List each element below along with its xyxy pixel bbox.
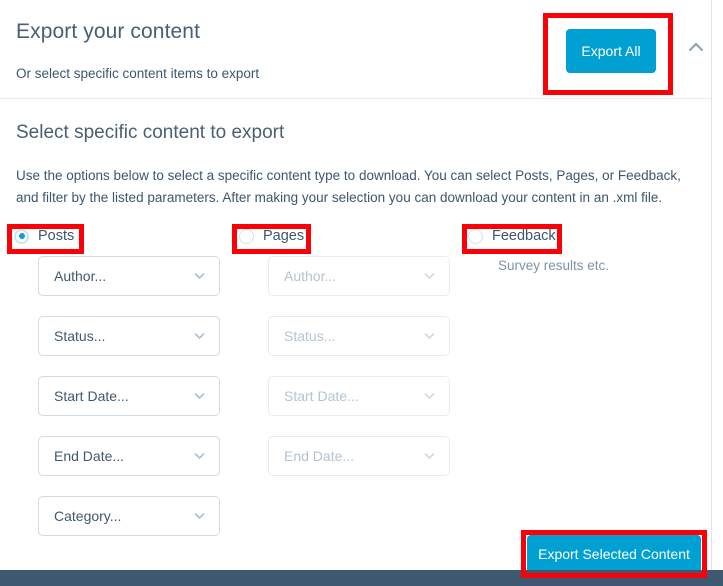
chevron-down-icon xyxy=(193,390,206,403)
radio-icon-pages[interactable] xyxy=(239,228,254,244)
radio-row-pages[interactable]: Pages xyxy=(239,224,304,248)
dropdown-label: End Date... xyxy=(54,448,125,464)
dropdown-posts-category[interactable]: Category... xyxy=(38,496,220,536)
header-subtitle: Or select specific content items to expo… xyxy=(16,66,260,81)
radio-icon-posts[interactable] xyxy=(14,228,29,244)
content-type-posts[interactable]: Posts xyxy=(14,224,74,248)
chevron-down-icon xyxy=(423,330,436,343)
export-selected-content-button[interactable]: Export Selected Content xyxy=(527,535,701,573)
chevron-down-icon xyxy=(423,270,436,283)
chevron-down-icon xyxy=(193,270,206,283)
radio-icon-feedback[interactable] xyxy=(468,228,483,244)
dropdown-pages-start-date[interactable]: Start Date... xyxy=(268,376,450,416)
content-type-feedback[interactable]: Feedback xyxy=(468,224,556,248)
dropdown-pages-end-date[interactable]: End Date... xyxy=(268,436,450,476)
section-description: Use the options below to select a specif… xyxy=(16,168,681,205)
dropdown-label: Start Date... xyxy=(284,388,359,404)
radio-row-posts[interactable]: Posts xyxy=(14,224,74,248)
dropdown-pages-author[interactable]: Author... xyxy=(268,256,450,296)
export-panel: Export your content Or select specific c… xyxy=(0,0,712,573)
posts-filter-group: Author... Status... Start Date... End Da… xyxy=(38,256,220,556)
dropdown-label: Start Date... xyxy=(54,388,129,404)
dropdown-label: Category... xyxy=(54,508,122,524)
chevron-up-icon[interactable] xyxy=(684,36,708,60)
panel-header: Export your content Or select specific c… xyxy=(0,0,711,99)
dropdown-posts-status[interactable]: Status... xyxy=(38,316,220,356)
radio-label-feedback: Feedback xyxy=(492,228,556,244)
pages-filter-group: Author... Status... Start Date... End Da… xyxy=(268,256,450,496)
dropdown-label: Author... xyxy=(54,268,107,284)
dropdown-posts-end-date[interactable]: End Date... xyxy=(38,436,220,476)
chevron-down-icon xyxy=(423,390,436,403)
radio-label-pages: Pages xyxy=(263,228,305,244)
dropdown-posts-author[interactable]: Author... xyxy=(38,256,220,296)
dropdown-label: End Date... xyxy=(284,448,355,464)
section-title: Select specific content to export xyxy=(16,122,285,143)
dropdown-label: Status... xyxy=(54,328,106,344)
dropdown-label: Status... xyxy=(284,328,336,344)
chevron-down-icon xyxy=(193,450,206,463)
dropdown-posts-start-date[interactable]: Start Date... xyxy=(38,376,220,416)
bottom-chrome-bar xyxy=(0,570,723,586)
dropdown-pages-status[interactable]: Status... xyxy=(268,316,450,356)
content-type-pages[interactable]: Pages xyxy=(239,224,304,248)
feedback-note: Survey results etc. xyxy=(498,258,610,273)
page-title: Export your content xyxy=(16,20,200,43)
dropdown-label: Author... xyxy=(284,268,337,284)
chevron-down-icon xyxy=(423,450,436,463)
radio-row-feedback[interactable]: Feedback xyxy=(468,224,556,248)
export-all-button[interactable]: Export All xyxy=(566,29,656,73)
chevron-down-icon xyxy=(193,510,206,523)
radio-label-posts: Posts xyxy=(38,228,75,244)
chevron-down-icon xyxy=(193,330,206,343)
